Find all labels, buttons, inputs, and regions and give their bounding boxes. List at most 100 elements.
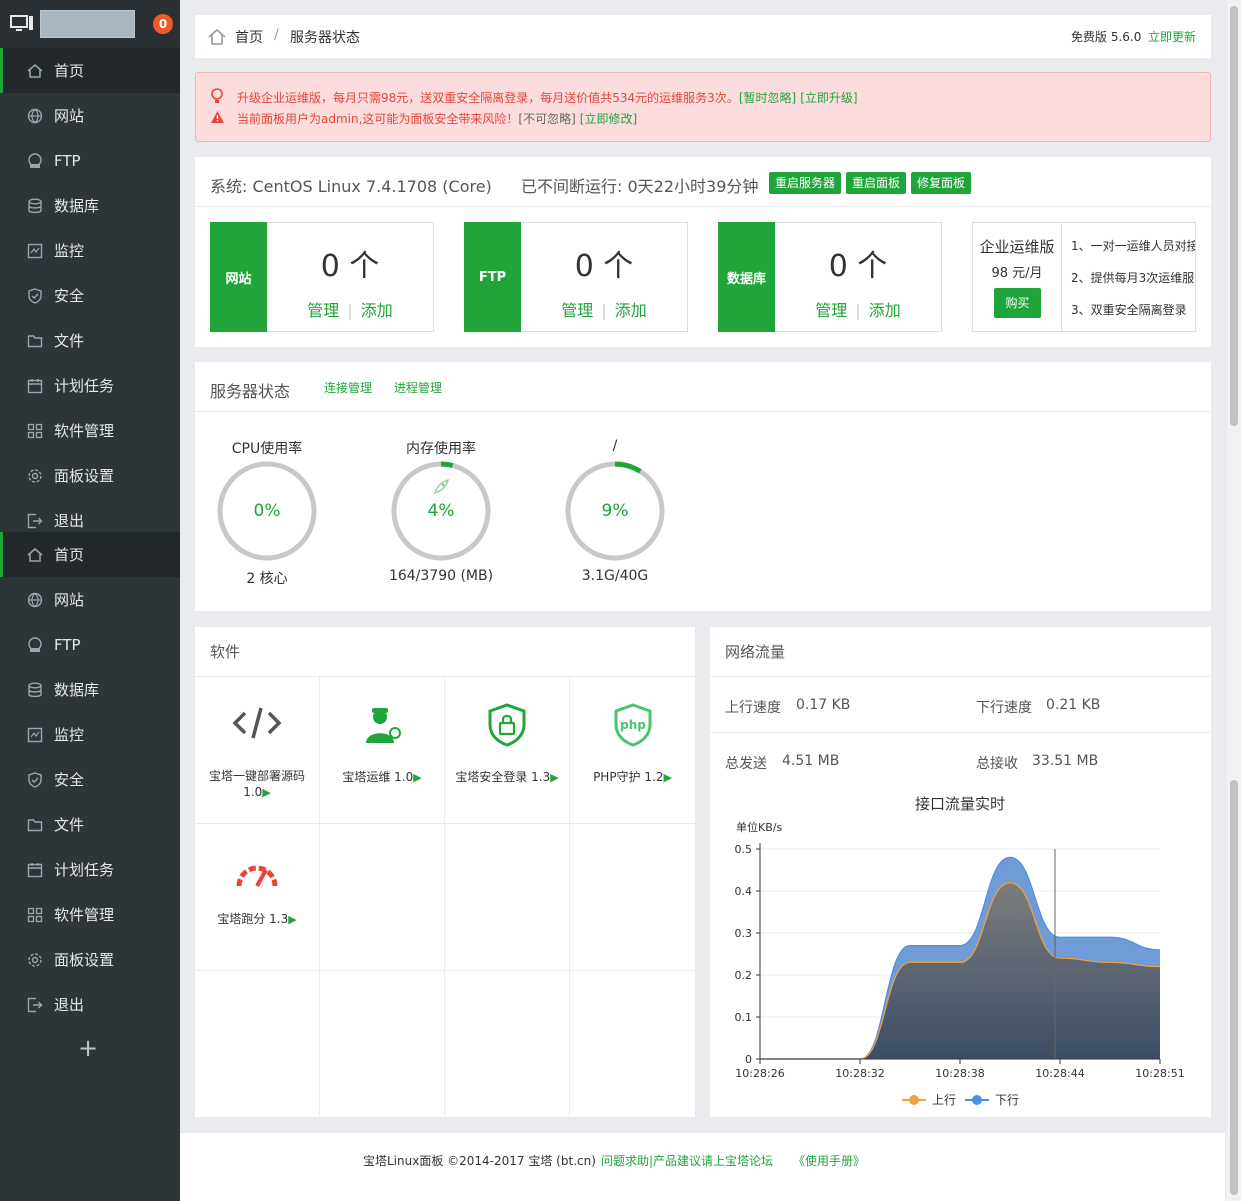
download-speed-label: 下行速度 bbox=[976, 700, 1032, 716]
sidebar-item-label: 计划任务 bbox=[54, 861, 115, 879]
sidebar-item-8[interactable]: 软件管理 bbox=[0, 892, 180, 937]
database-icon bbox=[27, 682, 43, 698]
sidebar-item-6[interactable]: 文件 bbox=[0, 802, 180, 847]
restart-panel-button[interactable]: 重启面板 bbox=[846, 172, 907, 194]
globe-icon bbox=[27, 592, 43, 608]
home-icon[interactable] bbox=[207, 27, 227, 47]
risk-ignore-text: [不可忽略] bbox=[518, 112, 576, 126]
username-box[interactable] bbox=[40, 10, 135, 38]
notification-badge[interactable]: 0 bbox=[153, 14, 173, 34]
risk-fix-link[interactable]: [立即修改] bbox=[580, 112, 637, 126]
sidebar-item-4[interactable]: 监控 bbox=[0, 228, 180, 273]
logout-icon bbox=[27, 513, 43, 529]
x-tick-label: 10:28:32 bbox=[835, 1067, 884, 1080]
sidebar-item-label: 数据库 bbox=[54, 197, 100, 215]
y-tick-label: 0.4 bbox=[735, 885, 753, 898]
stat-card-label: FTP bbox=[478, 269, 507, 285]
monitor-icon bbox=[27, 243, 43, 259]
php-shield-icon: php bbox=[570, 703, 695, 747]
x-tick-label: 10:28:51 bbox=[1135, 1067, 1184, 1080]
traffic-chart: 接口流量实时单位KB/s 0 0.1 0.2 0.3 0.4 0.5 10:28:26 10:2… bbox=[735, 795, 1185, 1107]
software-header: 软件 bbox=[195, 627, 695, 677]
grid-icon bbox=[27, 423, 43, 439]
gear-icon bbox=[27, 952, 43, 968]
sidebar-item-10[interactable]: 退出 bbox=[0, 982, 180, 1027]
gauge-title: / bbox=[612, 438, 618, 454]
warning-icon bbox=[211, 111, 224, 123]
sidebar-item-label: 软件管理 bbox=[54, 422, 115, 440]
scrollbar-thumb[interactable] bbox=[1230, 6, 1238, 426]
connection-manage-link[interactable]: 连接管理 bbox=[324, 379, 372, 396]
stat-card-count: 0 个 bbox=[828, 249, 888, 284]
y-tick-label: 0.3 bbox=[735, 927, 753, 940]
software-item[interactable]: 宝塔安全登录 1.3▶ bbox=[445, 677, 570, 824]
stat-manage-link[interactable]: 管理 bbox=[815, 301, 847, 320]
stat-manage-link[interactable]: 管理 bbox=[307, 301, 339, 320]
sidebar-item-2[interactable]: FTP bbox=[0, 622, 180, 667]
code-icon bbox=[195, 703, 319, 743]
sidebar-item-5[interactable]: 安全 bbox=[0, 757, 180, 802]
play-icon[interactable]: ▶ bbox=[413, 771, 421, 784]
stat-add-link[interactable]: 添加 bbox=[615, 301, 647, 320]
sidebar-item-4[interactable]: 监控 bbox=[0, 712, 180, 757]
scrollbar-track[interactable] bbox=[1227, 0, 1241, 1201]
repair-panel-button[interactable]: 修复面板 bbox=[911, 172, 972, 194]
sidebar-item-9[interactable]: 面板设置 bbox=[0, 453, 180, 498]
legend-label: 上行 bbox=[932, 1093, 956, 1107]
gauge-subtitle: 164/3790 (MB) bbox=[388, 568, 494, 584]
x-tick-label: 10:28:26 bbox=[735, 1067, 784, 1080]
sidebar-item-9[interactable]: 面板设置 bbox=[0, 937, 180, 982]
sidebar-item-3[interactable]: 数据库 bbox=[0, 183, 180, 228]
software-item[interactable]: 宝塔一键部署源码 1.0▶ bbox=[195, 677, 320, 824]
play-icon[interactable]: ▶ bbox=[550, 771, 558, 784]
upgrade-ignore-link[interactable]: [暂时忽略] bbox=[739, 91, 796, 105]
software-item[interactable]: php PHP守护 1.2▶ bbox=[570, 677, 695, 824]
sidebar-item-3[interactable]: 数据库 bbox=[0, 667, 180, 712]
scrollbar-thumb-lower[interactable] bbox=[1230, 780, 1238, 1195]
stat-manage-link[interactable]: 管理 bbox=[561, 301, 593, 320]
sidebar-item-0[interactable]: 首页 bbox=[0, 532, 180, 577]
sidebar-item-5[interactable]: 安全 bbox=[0, 273, 180, 318]
footer-manual-link[interactable]: 《使用手册》 bbox=[793, 1152, 865, 1169]
breadcrumb-home[interactable]: 首页 bbox=[235, 27, 263, 47]
sidebar-item-8[interactable]: 软件管理 bbox=[0, 408, 180, 453]
software-empty-cell bbox=[445, 971, 570, 1118]
upload-speed-value: 0.17 KB bbox=[796, 697, 851, 713]
total-recv-label: 总接收 bbox=[976, 756, 1018, 772]
x-tick-label: 10:28:38 bbox=[935, 1067, 984, 1080]
software-item[interactable]: 宝塔跑分 1.3▶ bbox=[195, 824, 320, 971]
enterprise-feature-2: 2、提供每月3次运维服 bbox=[1071, 271, 1195, 285]
footer-forum-link[interactable]: 问题求助|产品建议请上宝塔论坛 bbox=[601, 1152, 773, 1169]
home-icon bbox=[27, 63, 43, 79]
sidebar-item-1[interactable]: 网站 bbox=[0, 577, 180, 622]
gauge-value: 0% bbox=[253, 501, 281, 521]
stat-card: 数据库 0 个管理 | 添加 bbox=[718, 222, 942, 332]
system-os: 系统: CentOS Linux 7.4.1708 (Core) bbox=[210, 177, 492, 196]
sidebar-item-label: 退出 bbox=[54, 996, 85, 1014]
process-manage-link[interactable]: 进程管理 bbox=[394, 379, 442, 396]
globe-icon bbox=[27, 108, 43, 124]
play-icon[interactable]: ▶ bbox=[262, 786, 270, 799]
play-icon[interactable]: ▶ bbox=[663, 771, 671, 784]
sidebar: 0 首页 网站 FTP 数据库 监控 安全 文件 计划任务 软件管理 面板设置 退出 首页 网站 FTP… bbox=[0, 0, 180, 1201]
sidebar-item-1[interactable]: 网站 bbox=[0, 93, 180, 138]
add-icon[interactable]: + bbox=[78, 1034, 98, 1062]
total-sent-label: 总发送 bbox=[725, 756, 767, 772]
stat-add-link[interactable]: 添加 bbox=[869, 301, 901, 320]
play-icon[interactable]: ▶ bbox=[288, 913, 296, 926]
sidebar-item-7[interactable]: 计划任务 bbox=[0, 363, 180, 408]
sidebar-item-6[interactable]: 文件 bbox=[0, 318, 180, 363]
update-link[interactable]: 立即更新 bbox=[1148, 28, 1196, 45]
sidebar-item-7[interactable]: 计划任务 bbox=[0, 847, 180, 892]
restart-server-button[interactable]: 重启服务器 bbox=[769, 172, 842, 194]
x-tick-label: 10:28:44 bbox=[1035, 1067, 1084, 1080]
stat-add-link[interactable]: 添加 bbox=[361, 301, 393, 320]
software-item[interactable]: 宝塔运维 1.0▶ bbox=[320, 677, 445, 824]
software-panel: 软件 宝塔一键部署源码 1.0▶ 宝塔运维 1.0▶ 宝塔安全登录 1.3▶ php P… bbox=[195, 627, 695, 1118]
sidebar-item-0[interactable]: 首页 bbox=[0, 48, 180, 93]
sidebar-item-2[interactable]: FTP bbox=[0, 138, 180, 183]
buy-button[interactable]: 购买 bbox=[994, 288, 1041, 318]
ftp-icon bbox=[27, 636, 43, 653]
download-speed-value: 0.21 KB bbox=[1046, 697, 1101, 713]
upgrade-now-link[interactable]: [立即升级] bbox=[800, 91, 857, 105]
